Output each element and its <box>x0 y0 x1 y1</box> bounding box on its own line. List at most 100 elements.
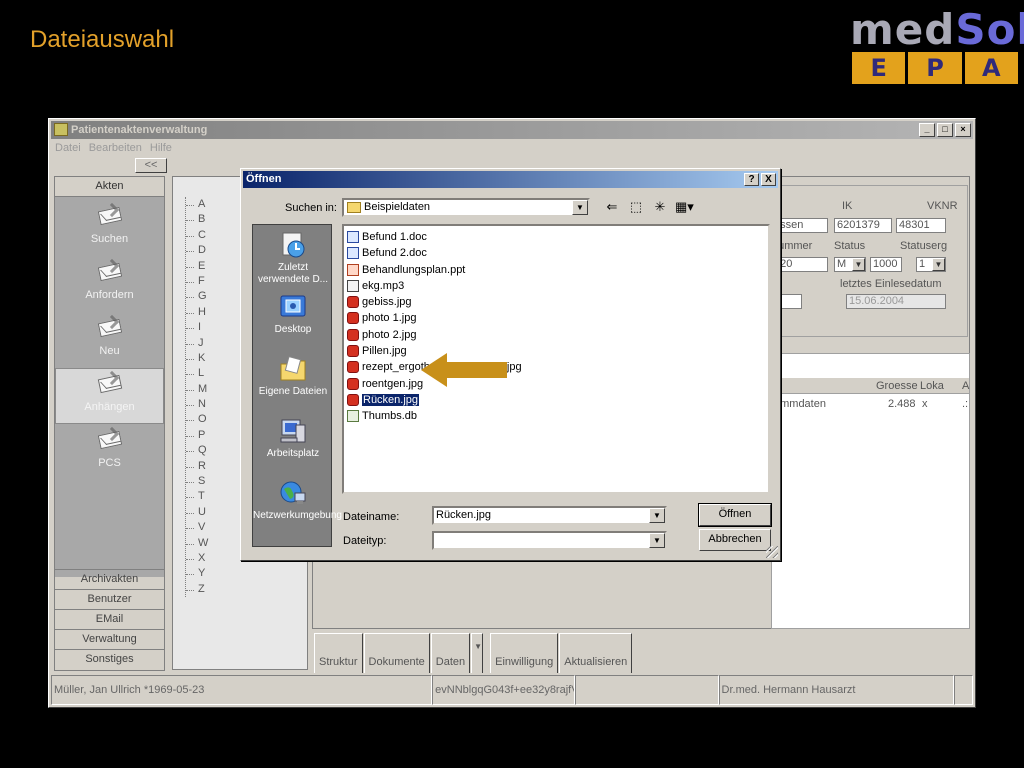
place-my-documents[interactable]: Eigene Dateien <box>253 351 333 413</box>
file-item[interactable]: roentgen.jpg <box>346 376 766 392</box>
place-computer[interactable]: Arbeitsplatz <box>253 413 333 475</box>
alphabet-node[interactable]: I <box>186 320 208 335</box>
alphabet-node[interactable]: R <box>186 459 208 474</box>
file-item[interactable]: photo 2.jpg <box>346 327 766 343</box>
file-item[interactable]: photo 1.jpg <box>346 310 766 326</box>
lookin-select[interactable]: Beispieldaten ▼ <box>342 198 590 217</box>
alphabet-node[interactable]: D <box>186 243 208 258</box>
alphabet-node[interactable]: Z <box>186 582 208 597</box>
nav-item-suchen[interactable]: Suchen <box>55 201 164 257</box>
alphabet-node[interactable]: N <box>186 397 208 412</box>
chevron-down-icon[interactable]: ▼ <box>649 533 665 548</box>
filename-input[interactable]: Rücken.jpg ▼ <box>432 506 667 525</box>
alphabet-node[interactable]: T <box>186 489 208 504</box>
collapse-button[interactable]: << <box>135 158 167 173</box>
alphabet-node[interactable]: O <box>186 412 208 427</box>
tab-dropdown-icon[interactable]: ▼ <box>471 633 484 673</box>
alphabet-node[interactable]: F <box>186 274 208 289</box>
alphabet-node[interactable]: H <box>186 305 208 320</box>
alphabet-node[interactable]: B <box>186 212 208 227</box>
status-select[interactable]: M ▼ <box>834 257 866 272</box>
ik-field[interactable]: 6201379 <box>834 218 892 233</box>
file-item[interactable]: Thumbs.db <box>346 408 766 424</box>
help-icon[interactable]: ? <box>744 173 759 186</box>
file-item[interactable]: ekg.mp3 <box>346 278 766 294</box>
nav-header-akten[interactable]: Akten <box>55 177 164 197</box>
file-item[interactable]: Behandlungsplan.ppt <box>346 262 766 278</box>
table-row[interactable]: ammdaten 2.488 x .: <box>772 396 969 412</box>
file-item[interactable]: Pillen.jpg <box>346 343 766 359</box>
nav-item-neu[interactable]: Neu <box>55 313 164 369</box>
bottom-tab-bar: Struktur Dokumente Daten ▼ Einwilligung … <box>314 633 633 673</box>
dialog-titlebar[interactable]: Öffnen ? X <box>243 171 778 188</box>
place-network[interactable]: Netzwerkumgebung <box>253 475 342 537</box>
alphabet-node[interactable]: E <box>186 259 208 274</box>
chevron-down-icon[interactable]: ▼ <box>572 200 588 215</box>
minimize-icon[interactable]: _ <box>919 123 935 137</box>
alphabet-node[interactable]: Y <box>186 566 208 581</box>
alphabet-node[interactable]: W <box>186 536 208 551</box>
cancel-button[interactable]: Abbrechen <box>699 529 771 551</box>
alphabet-node[interactable]: Q <box>186 443 208 458</box>
chevron-down-icon[interactable]: ▼ <box>932 258 945 271</box>
close-icon[interactable]: X <box>761 173 776 186</box>
menu-bearbeiten[interactable]: Bearbeiten <box>89 140 142 156</box>
view-menu-icon[interactable]: ▦▾ <box>675 199 694 215</box>
alphabet-node[interactable]: U <box>186 505 208 520</box>
alphabet-node[interactable]: C <box>186 228 208 243</box>
col-header-a[interactable]: A <box>962 380 969 392</box>
nav-benutzer[interactable]: Benutzer <box>55 589 164 609</box>
chevron-down-icon[interactable]: ▼ <box>852 258 865 271</box>
nav-item-pcs[interactable]: PCS <box>55 425 164 481</box>
alphabet-node[interactable]: J <box>186 336 208 351</box>
alphabet-list: ABCDEFGHIJKLMNOPQRSTUVWXYZ <box>185 197 208 598</box>
open-button[interactable]: Öffnen <box>698 503 772 527</box>
logo-epa-e: E <box>852 52 906 84</box>
nav-archivakten[interactable]: Archivakten <box>55 569 164 589</box>
col-header-lokal[interactable]: Loka <box>920 380 944 392</box>
alphabet-node[interactable]: G <box>186 289 208 304</box>
alphabet-node[interactable]: P <box>186 428 208 443</box>
nav-verwaltung[interactable]: Verwaltung <box>55 629 164 649</box>
tab-daten[interactable]: Daten <box>430 633 471 673</box>
file-name: Rücken.jpg <box>362 393 420 406</box>
place-desktop[interactable]: Desktop <box>253 289 333 351</box>
place-recent[interactable]: Zuletzt verwendete D... <box>253 227 333 289</box>
alphabet-node[interactable]: K <box>186 351 208 366</box>
tab-struktur[interactable]: Struktur <box>314 633 363 673</box>
nav-item-anfordern[interactable]: Anfordern <box>55 257 164 313</box>
chevron-down-icon[interactable]: ▼ <box>649 508 665 523</box>
tab-einwilligung[interactable]: Einwilligung <box>490 633 559 673</box>
resize-grip-icon[interactable] <box>766 546 778 558</box>
alphabet-node[interactable]: A <box>186 197 208 212</box>
new-folder-icon[interactable]: ✳ <box>651 199 669 215</box>
menu-hilfe[interactable]: Hilfe <box>150 140 172 156</box>
alphabet-node[interactable]: M <box>186 382 208 397</box>
status2-field[interactable]: 1000 <box>870 257 902 272</box>
menu-datei[interactable]: Datei <box>55 140 81 156</box>
filetype-select[interactable]: ▼ <box>432 531 667 550</box>
statuserg-select[interactable]: 1 ▼ <box>916 257 946 272</box>
tab-dokumente[interactable]: Dokumente <box>363 633 430 673</box>
file-item[interactable]: Befund 1.doc <box>346 229 766 245</box>
close-icon[interactable]: × <box>955 123 971 137</box>
up-folder-icon[interactable]: ⬚ <box>627 199 645 215</box>
app-titlebar[interactable]: Patientenaktenverwaltung _ □ × <box>51 121 973 139</box>
file-item[interactable]: rezept_ergotherapie_beispiel.jpg <box>346 359 766 375</box>
nav-item-anhaengen[interactable]: Anhängen <box>55 368 164 424</box>
alphabet-node[interactable]: S <box>186 474 208 489</box>
resize-grip-icon[interactable] <box>954 675 973 705</box>
back-arrow-icon[interactable]: ⇐ <box>603 199 621 215</box>
col-header-groesse[interactable]: Groesse <box>876 380 918 392</box>
file-item[interactable]: gebiss.jpg <box>346 294 766 310</box>
tab-aktualisieren[interactable]: Aktualisieren <box>559 633 633 673</box>
file-item[interactable]: Rücken.jpg <box>346 392 766 408</box>
alphabet-node[interactable]: X <box>186 551 208 566</box>
nav-sonstiges[interactable]: Sonstiges <box>55 649 164 669</box>
alphabet-node[interactable]: L <box>186 366 208 381</box>
vknr-field[interactable]: 48301 <box>896 218 946 233</box>
alphabet-node[interactable]: V <box>186 520 208 535</box>
file-item[interactable]: Befund 2.doc <box>346 245 766 261</box>
maximize-icon[interactable]: □ <box>937 123 953 137</box>
nav-email[interactable]: EMail <box>55 609 164 629</box>
